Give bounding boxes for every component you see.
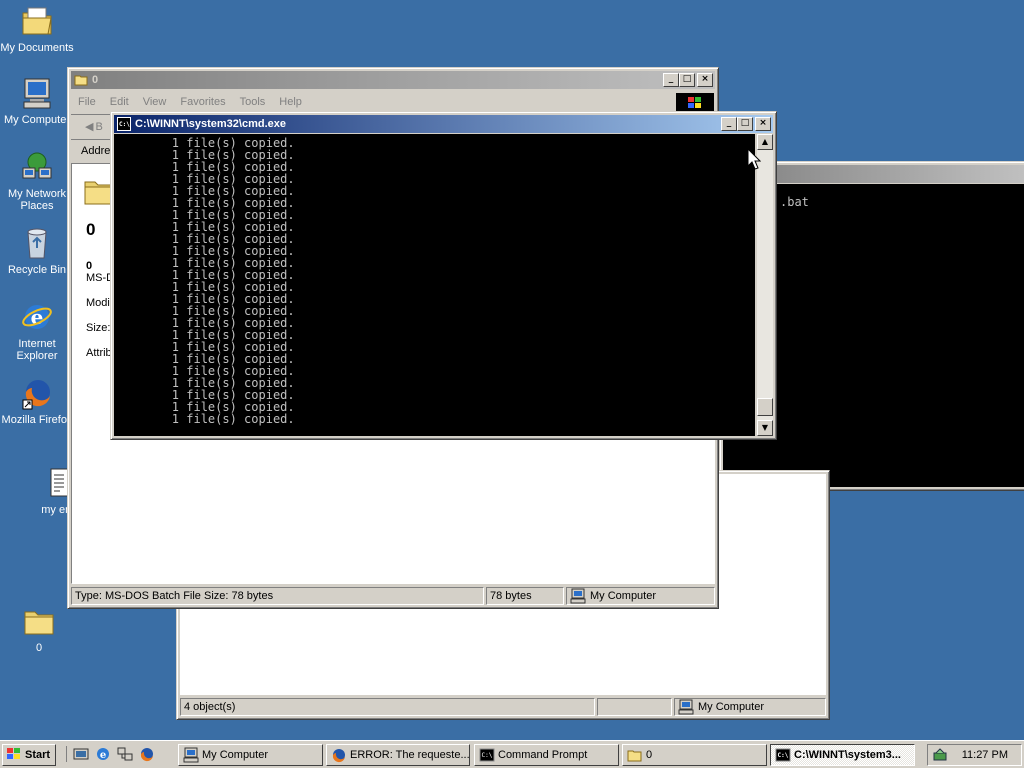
- desktop-icon-folder-0[interactable]: 0: [0, 604, 78, 654]
- explorer-menubar: File Edit View Favorites Tools Help: [71, 93, 715, 111]
- desktop-icon-label: My Documents: [0, 42, 74, 54]
- folder-title: 0: [86, 220, 96, 239]
- svg-text:e: e: [100, 750, 106, 761]
- status-zone: My Computer: [566, 587, 715, 605]
- task-folder-0[interactable]: 0: [622, 744, 767, 766]
- my-documents-icon: [20, 4, 54, 38]
- menu-favorites[interactable]: Favorites: [173, 96, 232, 108]
- desktop-icon-network-places[interactable]: My Network Places: [0, 150, 76, 212]
- explorer-title: 0: [92, 74, 99, 86]
- status-size: 78 bytes: [486, 587, 564, 605]
- windows-logo-icon: [6, 747, 22, 763]
- internet-explorer-icon[interactable]: e: [95, 746, 111, 762]
- clock: 11:27 PM: [961, 749, 1008, 761]
- desktop-icon-label: Mozilla Firefox: [1, 414, 73, 426]
- start-button[interactable]: Start: [2, 744, 56, 766]
- minimize-button[interactable]: _: [721, 117, 737, 131]
- maximize-button[interactable]: □: [737, 117, 753, 131]
- start-label: Start: [25, 749, 51, 761]
- mouse-cursor-icon: [747, 147, 762, 173]
- cmd-vertical-scrollbar[interactable]: ▲ ▼: [757, 134, 773, 436]
- folder-icon: [627, 747, 643, 763]
- cmd-output[interactable]: 1 file(s) copied. 1 file(s) copied. 1 fi…: [114, 134, 755, 436]
- modified-label: Modif: [86, 297, 113, 309]
- console-text: .bat: [780, 195, 809, 209]
- desktop-icon-label: Recycle Bin: [7, 264, 67, 276]
- status-zone: My Computer: [674, 698, 826, 716]
- cmd-icon: C:\: [775, 747, 791, 763]
- cmd-output-text: 1 file(s) copied. 1 file(s) copied. 1 fi…: [171, 136, 295, 426]
- recycle-bin-icon: [20, 226, 54, 260]
- size-label: Size:: [86, 322, 111, 334]
- desktop-icon-label: 0: [35, 642, 43, 654]
- cmd-window[interactable]: C:\ C:\WINNT\system32\cmd.exe _ □ × 1 fi…: [110, 111, 777, 440]
- task-command-prompt[interactable]: C:\ Command Prompt: [474, 744, 619, 766]
- explorer-statusbar: Type: MS-DOS Batch File Size: 78 bytes 7…: [71, 587, 715, 605]
- desktop-icon-label: My Computer: [3, 114, 71, 126]
- scroll-thumb[interactable]: [757, 398, 773, 416]
- firefox-icon: [331, 747, 347, 763]
- menu-file[interactable]: File: [71, 96, 103, 108]
- firefox-icon: [20, 376, 54, 410]
- minimize-button[interactable]: _: [663, 73, 679, 87]
- menu-view[interactable]: View: [136, 96, 174, 108]
- desktop-icon-my-documents[interactable]: My Documents: [0, 4, 76, 54]
- back-arrow-icon: ◀: [85, 121, 94, 133]
- desktop-icon-recycle-bin[interactable]: Recycle Bin: [0, 226, 76, 276]
- desktop-icon-internet-explorer[interactable]: e Internet Explorer: [0, 300, 76, 362]
- show-desktop-icon[interactable]: [73, 746, 89, 762]
- tray-app-icon[interactable]: [932, 747, 948, 763]
- menu-tools[interactable]: Tools: [233, 96, 273, 108]
- cmd-titlebar[interactable]: C:\ C:\WINNT\system32\cmd.exe _ □ ×: [114, 115, 773, 133]
- status-object-count: 4 object(s): [180, 698, 595, 716]
- cmd-icon: C:\: [479, 747, 495, 763]
- status-file-info: Type: MS-DOS Batch File Size: 78 bytes: [71, 587, 484, 605]
- address-label: Addre: [81, 145, 111, 157]
- explorer-titlebar[interactable]: 0 _ □ ×: [71, 71, 715, 89]
- system-tray: 11:27 PM: [927, 744, 1022, 766]
- menu-edit[interactable]: Edit: [103, 96, 136, 108]
- close-button[interactable]: ×: [755, 117, 771, 131]
- svg-text:C:\: C:\: [482, 752, 493, 759]
- back-button[interactable]: ◀ B: [85, 120, 103, 134]
- folder-icon: [22, 604, 56, 638]
- cmd-title: C:\WINNT\system32\cmd.exe: [135, 118, 286, 130]
- my-computer-icon: [678, 699, 694, 715]
- desktop-icon-label: Internet Explorer: [16, 338, 58, 362]
- menu-help[interactable]: Help: [272, 96, 309, 108]
- firefox-icon[interactable]: [139, 746, 155, 762]
- attributes-label: Attrib: [86, 347, 112, 359]
- svg-text:C:\: C:\: [119, 121, 130, 128]
- task-my-computer[interactable]: My Computer: [178, 744, 323, 766]
- network-icon[interactable]: [117, 746, 133, 762]
- folder-icon: [74, 73, 88, 87]
- my-computer-icon: [183, 747, 199, 763]
- internet-explorer-icon: e: [20, 300, 54, 334]
- my-computer-icon: [570, 588, 586, 604]
- cmd-icon: C:\: [117, 117, 131, 131]
- desktop-icon-firefox[interactable]: Mozilla Firefox: [0, 376, 76, 426]
- my-computer-statusbar: 4 object(s) My Computer: [180, 698, 826, 716]
- maximize-button[interactable]: □: [679, 73, 695, 87]
- my-computer-icon: [20, 76, 54, 110]
- file-name: 0: [86, 260, 93, 272]
- close-button[interactable]: ×: [697, 73, 713, 87]
- desktop-icon-label: My Network Places: [7, 188, 67, 212]
- scroll-down-button[interactable]: ▼: [757, 420, 773, 436]
- desktop-icon-my-computer[interactable]: My Computer: [0, 76, 76, 126]
- quick-launch: e: [66, 746, 155, 762]
- status-empty-cell: [597, 698, 672, 716]
- svg-text:C:\: C:\: [778, 752, 789, 759]
- windows-logo-icon: [676, 93, 714, 113]
- task-firefox-error[interactable]: ERROR: The requeste...: [326, 744, 470, 766]
- taskbar: Start e My Computer ERROR: The requeste.…: [0, 740, 1024, 768]
- task-cmd-exe[interactable]: C:\ C:\WINNT\system3...: [770, 744, 915, 766]
- network-places-icon: [20, 150, 54, 184]
